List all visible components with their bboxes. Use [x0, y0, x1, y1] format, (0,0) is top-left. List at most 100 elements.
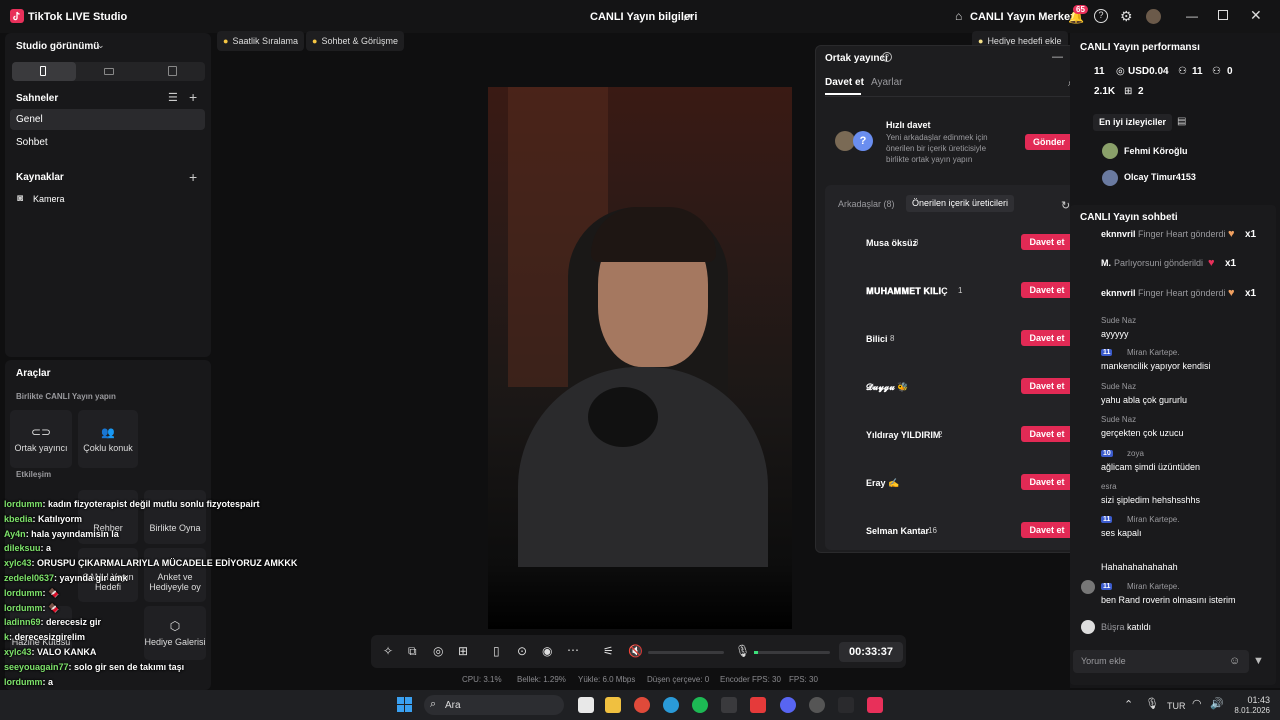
- app-icon-dark[interactable]: [838, 697, 854, 713]
- clock-date[interactable]: 8.01.2026: [1222, 706, 1270, 715]
- tab-settings[interactable]: Ayarlar: [871, 77, 903, 88]
- live-center-link[interactable]: CANLI Yayın Merkezi: [970, 11, 1079, 23]
- wifi-icon[interactable]: ◠: [1192, 697, 1202, 710]
- encoder-fps-status: Encoder FPS: 30: [720, 675, 781, 684]
- invite-button[interactable]: Davet et: [1021, 474, 1073, 490]
- close-icon[interactable]: ✕: [1250, 7, 1262, 24]
- invite-button[interactable]: Davet et: [1021, 234, 1073, 250]
- phone-icon[interactable]: ▯: [493, 644, 500, 658]
- cohost-tool-button[interactable]: ⊂⊃ Ortak yayıncı: [10, 410, 72, 468]
- chat-meet-chip[interactable]: ● Sohbet & Görüşme: [306, 31, 404, 51]
- speaker-volume-slider[interactable]: [648, 651, 724, 654]
- help-icon[interactable]: ?: [1094, 9, 1108, 23]
- creator-name[interactable]: Eray ✍: [866, 478, 899, 489]
- minimize-icon[interactable]: —: [1186, 9, 1198, 23]
- scene-item-general[interactable]: Genel: [16, 114, 43, 125]
- tiktok-studio-icon[interactable]: [867, 697, 883, 713]
- info-icon[interactable]: ?: [882, 52, 892, 62]
- add-scene-icon[interactable]: +: [189, 89, 197, 105]
- viewer-avatar: [1102, 170, 1118, 186]
- maximize-icon[interactable]: [1218, 10, 1228, 20]
- clock-time[interactable]: 01:43: [1236, 695, 1270, 705]
- valorant-icon[interactable]: [721, 697, 737, 713]
- chat-username[interactable]: zoya: [1127, 449, 1144, 458]
- more-icon[interactable]: ⋯: [567, 643, 579, 657]
- beauty-icon[interactable]: ◎: [433, 644, 443, 658]
- chat-username[interactable]: Sude Naz: [1101, 316, 1136, 325]
- profile-avatar[interactable]: [1146, 9, 1161, 24]
- stat-viewers: 11: [1094, 66, 1105, 77]
- list-icon[interactable]: ☰: [168, 91, 178, 104]
- top-viewers-tab[interactable]: En iyi izleyiciler: [1093, 114, 1173, 131]
- effects-icon[interactable]: ⧉: [408, 644, 417, 659]
- fps-status: FPS: 30: [789, 675, 818, 684]
- creator-name[interactable]: Yıldıray YILDIRIM: [866, 430, 940, 440]
- creator-name[interactable]: Selman Kantar: [866, 526, 929, 536]
- record-icon[interactable]: ⊙: [517, 644, 527, 658]
- creator-name[interactable]: Musa öksüz: [866, 238, 917, 248]
- app-icon-red[interactable]: [750, 697, 766, 713]
- speaker-muted-icon[interactable]: 🔇: [628, 644, 643, 658]
- viewer-name-1[interactable]: Fehmi Köroğlu: [1124, 146, 1188, 156]
- dual-layout-icon[interactable]: [168, 66, 177, 76]
- mixer-icon[interactable]: ⚟: [603, 644, 614, 658]
- chat-username[interactable]: esra: [1101, 482, 1117, 491]
- gear-icon[interactable]: ⚙: [1120, 8, 1133, 25]
- chevron-up-icon[interactable]: ⌃: [1124, 698, 1133, 711]
- overlay-chat-line: k: derecesizgirelim: [4, 632, 85, 642]
- viewer-name-2[interactable]: Olcay Timur4153: [1124, 172, 1196, 182]
- refresh-icon[interactable]: ↻: [1061, 199, 1070, 212]
- invite-button[interactable]: Davet et: [1021, 426, 1073, 442]
- invite-button[interactable]: Davet et: [1021, 378, 1073, 394]
- chat-username[interactable]: Miran Kartepe.: [1127, 582, 1179, 591]
- chat-username[interactable]: Miran Kartepe.: [1127, 348, 1179, 357]
- list-view-icon[interactable]: ▤: [1177, 116, 1186, 127]
- tab-invite[interactable]: Davet et: [825, 77, 864, 88]
- app-icon-gray[interactable]: [809, 697, 825, 713]
- creator-name[interactable]: 𝐌𝐔𝐇𝐀𝐌𝐌𝐄𝐓 𝐊𝐈𝐋𝐈Ç: [866, 286, 948, 297]
- invite-button[interactable]: Davet et: [1021, 330, 1073, 346]
- magic-wand-icon[interactable]: ✧: [383, 644, 393, 658]
- comment-input[interactable]: Yorum ekle: [1073, 650, 1249, 673]
- chat-username[interactable]: Sude Naz: [1101, 415, 1136, 424]
- hourly-ranking-chip[interactable]: ● Saatlik Sıralama: [217, 31, 304, 51]
- chat-message: ben Rand roverin olmasını isterim: [1101, 595, 1236, 605]
- windows-start-icon[interactable]: [397, 697, 412, 712]
- spotify-icon[interactable]: [692, 697, 708, 713]
- gift-gallery-tool-button[interactable]: ⬡ Hediye Galerisi: [144, 606, 206, 660]
- creator-follower-count: 3: [914, 238, 919, 247]
- multi-guest-tool-button[interactable]: 👥 Çoklu konuk: [78, 410, 138, 468]
- landscape-icon[interactable]: [104, 68, 114, 75]
- add-source-icon[interactable]: +: [189, 169, 197, 185]
- creator-name[interactable]: Bilici: [866, 334, 888, 344]
- chat-username[interactable]: Sude Naz: [1101, 382, 1136, 391]
- invite-button[interactable]: Davet et: [1021, 282, 1073, 298]
- tab-friends[interactable]: Arkadaşlar (8): [838, 199, 895, 209]
- file-explorer-icon[interactable]: [605, 697, 621, 713]
- invite-button[interactable]: Davet et: [1021, 522, 1073, 538]
- chevron-down-icon[interactable]: ⌄: [97, 40, 105, 51]
- chrome-icon[interactable]: [634, 697, 650, 713]
- send-button[interactable]: Gönder: [1025, 134, 1073, 150]
- discord-icon[interactable]: [780, 697, 796, 713]
- studio-view-label[interactable]: Studio görünümü: [16, 41, 99, 52]
- tray-mic-icon[interactable]: 🎙: [1145, 697, 1159, 710]
- tab-suggested[interactable]: Önerilen içerik üreticileri: [906, 195, 1015, 212]
- poll-tool-button[interactable]: Anket ve Hediyeyle oy: [144, 548, 206, 602]
- task-view-icon[interactable]: [578, 697, 594, 713]
- add-media-icon[interactable]: ⊞: [458, 644, 468, 658]
- language-indicator[interactable]: TUR: [1167, 701, 1186, 711]
- capture-icon[interactable]: ◉: [542, 644, 552, 658]
- filter-icon[interactable]: ▼: [1253, 655, 1264, 667]
- share-icon[interactable]: ↗: [682, 10, 692, 24]
- scene-item-chat[interactable]: Sohbet: [16, 137, 48, 148]
- creator-name[interactable]: 𝓓𝓾𝔂𝓰𝓾 🐝: [866, 382, 909, 393]
- microphone-icon[interactable]: 🎙: [735, 644, 750, 658]
- chat-username[interactable]: Miran Kartepe.: [1127, 515, 1179, 524]
- emoji-icon[interactable]: ☺: [1229, 655, 1240, 667]
- source-item-camera[interactable]: Kamera: [33, 194, 65, 204]
- edge-icon[interactable]: [663, 697, 679, 713]
- performance-title: CANLI Yayın performansı: [1080, 42, 1200, 53]
- panel-minimize-icon[interactable]: —: [1052, 51, 1063, 63]
- mic-volume-slider[interactable]: [754, 651, 830, 654]
